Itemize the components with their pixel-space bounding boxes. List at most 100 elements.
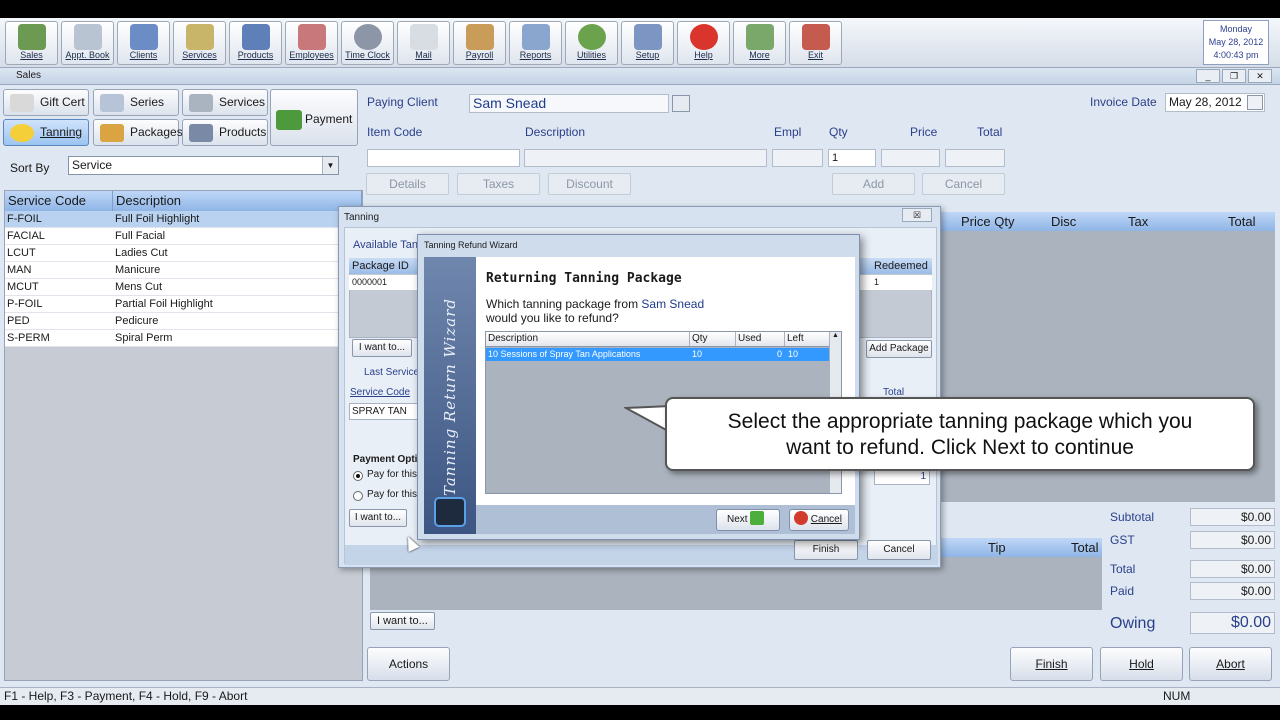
client-name: Sam Snead — [641, 297, 705, 311]
close-button[interactable]: ✕ — [1248, 69, 1272, 83]
appt-book-button[interactable]: Appt. Book — [61, 21, 114, 65]
lifebuoy-icon — [689, 24, 718, 50]
setup-icon — [633, 24, 662, 50]
time-clock-button[interactable]: Time Clock — [341, 21, 394, 65]
service-code-header[interactable]: Service Code — [5, 191, 113, 211]
payroll-button[interactable]: Payroll — [453, 21, 506, 65]
actions-button[interactable]: Actions — [367, 647, 450, 681]
clients-button[interactable]: Clients — [117, 21, 170, 65]
item-code-input[interactable] — [367, 149, 520, 167]
next-button[interactable]: Next — [716, 509, 780, 531]
tip-grid-header: Tip Total — [939, 538, 1102, 557]
help-button[interactable]: Help — [677, 21, 730, 65]
exit-button[interactable]: Exit — [789, 21, 842, 65]
price-label: Price — [910, 125, 938, 139]
gift-card-icon — [10, 94, 34, 112]
products-button[interactable]: Products — [229, 21, 282, 65]
close-icon[interactable]: ☒ — [902, 208, 932, 222]
owing-label: Owing — [1110, 615, 1156, 632]
num-lock-indicator: NUM — [1163, 689, 1191, 703]
paying-client-field[interactable]: Sam Snead — [469, 94, 669, 113]
gift-cert-button[interactable]: Gift Cert — [3, 89, 89, 116]
discount-button[interactable]: Discount — [548, 173, 631, 195]
refund-list-header: Description Qty Used Left — [486, 332, 829, 347]
disc-header: Disc — [1051, 214, 1077, 229]
qty-stepper[interactable]: 1 — [828, 149, 876, 167]
table-row[interactable]: MAN Manicure — [5, 262, 362, 279]
service-code-label: Service Code — [350, 387, 411, 398]
wizard-question: Which tanning package from Sam Snead wou… — [486, 297, 705, 325]
window-controls: _ ❐ ✕ — [1196, 69, 1272, 83]
i-want-to-button[interactable]: I want to... — [349, 509, 407, 527]
products-category-button[interactable]: Products — [182, 119, 268, 146]
series-icon — [100, 94, 124, 112]
tanning-dialog-title: Tanning — [344, 212, 380, 223]
tanning-finish-button[interactable]: Finish — [794, 540, 858, 560]
more-button[interactable]: More — [733, 21, 786, 65]
client-lookup-icon[interactable] — [672, 95, 690, 112]
pay-option-1-radio[interactable] — [353, 471, 363, 481]
series-button[interactable]: Series — [93, 89, 179, 116]
tanning-button[interactable]: Tanning — [3, 119, 89, 146]
total-label: Total — [977, 125, 1003, 139]
cancel-icon — [794, 511, 808, 526]
list-item[interactable]: 10 Sessions of Spray Tan Applications 10… — [486, 348, 829, 361]
description-header: Description — [488, 333, 539, 344]
left-header: Left — [784, 332, 804, 346]
description-header[interactable]: Description — [113, 191, 362, 211]
total-input[interactable] — [945, 149, 1005, 167]
employees-button[interactable]: Employees — [285, 21, 338, 65]
sales-window-titlebar: Sales _ ❐ ✕ — [0, 68, 1280, 85]
pay-option-2-label: Pay for this — [367, 489, 418, 500]
total-summary-label: Total — [1110, 562, 1136, 576]
arrow-right-icon — [750, 511, 765, 526]
tanning-cancel-button[interactable]: Cancel — [867, 540, 931, 560]
services-category-button[interactable]: Services — [182, 89, 268, 116]
table-row[interactable]: S-PERM Spiral Perm — [5, 330, 362, 347]
wizard-side-text: Tanning Return Wizard — [441, 298, 459, 496]
payment-button[interactable]: Payment — [270, 89, 358, 146]
services-button[interactable]: Services — [173, 21, 226, 65]
restore-button[interactable]: ❐ — [1222, 69, 1246, 83]
window-title: Sales — [16, 70, 42, 81]
hold-button[interactable]: Hold — [1100, 647, 1183, 681]
table-row[interactable]: F-FOIL Full Foil Highlight — [5, 211, 362, 228]
cancel-item-button[interactable]: Cancel — [922, 173, 1005, 195]
reports-button[interactable]: Reports — [509, 21, 562, 65]
packages-button[interactable]: Packages — [93, 119, 183, 146]
callout-line-1: Select the appropriate tanning package w… — [727, 410, 1193, 433]
table-row[interactable]: FACIAL Full Facial — [5, 228, 362, 245]
abort-button[interactable]: Abort — [1189, 647, 1272, 681]
mail-button[interactable]: Mail — [397, 21, 450, 65]
table-row[interactable]: MCUT Mens Cut — [5, 279, 362, 296]
table-row[interactable]: LCUT Ladies Cut — [5, 245, 362, 262]
details-button[interactable]: Details — [366, 173, 449, 195]
utilities-button[interactable]: Utilities — [565, 21, 618, 65]
tax-header: Tax — [1128, 214, 1149, 229]
empl-input[interactable] — [772, 149, 823, 167]
clients-icon — [129, 24, 158, 50]
taxes-button[interactable]: Taxes — [457, 173, 540, 195]
finish-button[interactable]: Finish — [1010, 647, 1093, 681]
sort-by-select[interactable]: Service ▼ — [68, 156, 339, 175]
wizard-side-banner: Tanning Return Wizard — [424, 257, 476, 534]
add-package-button[interactable]: Add Package — [866, 340, 932, 358]
sales-button[interactable]: Sales — [5, 21, 58, 65]
wizard-cancel-button[interactable]: Cancel — [789, 509, 849, 531]
pay-option-2-radio[interactable] — [353, 491, 363, 501]
add-button[interactable]: Add — [832, 173, 915, 195]
reports-icon — [521, 24, 550, 50]
i-want-to-button[interactable]: I want to... — [352, 339, 412, 357]
description-input[interactable] — [524, 149, 767, 167]
i-want-to-button[interactable]: I want to... — [370, 612, 435, 630]
setup-button[interactable]: Setup — [621, 21, 674, 65]
minimize-button[interactable]: _ — [1196, 69, 1220, 83]
table-row[interactable]: P-FOIL Partial Foil Highlight — [5, 296, 362, 313]
tutorial-callout: Select the appropriate tanning package w… — [665, 397, 1255, 471]
price-input[interactable] — [881, 149, 940, 167]
date-label: May 28, 2012 — [1208, 37, 1264, 47]
service-code-field[interactable]: SPRAY TAN — [349, 403, 419, 420]
available-tanning-label: Available Tann — [353, 239, 425, 251]
table-row[interactable]: PED Pedicure — [5, 313, 362, 330]
calendar-icon[interactable] — [1247, 95, 1263, 110]
